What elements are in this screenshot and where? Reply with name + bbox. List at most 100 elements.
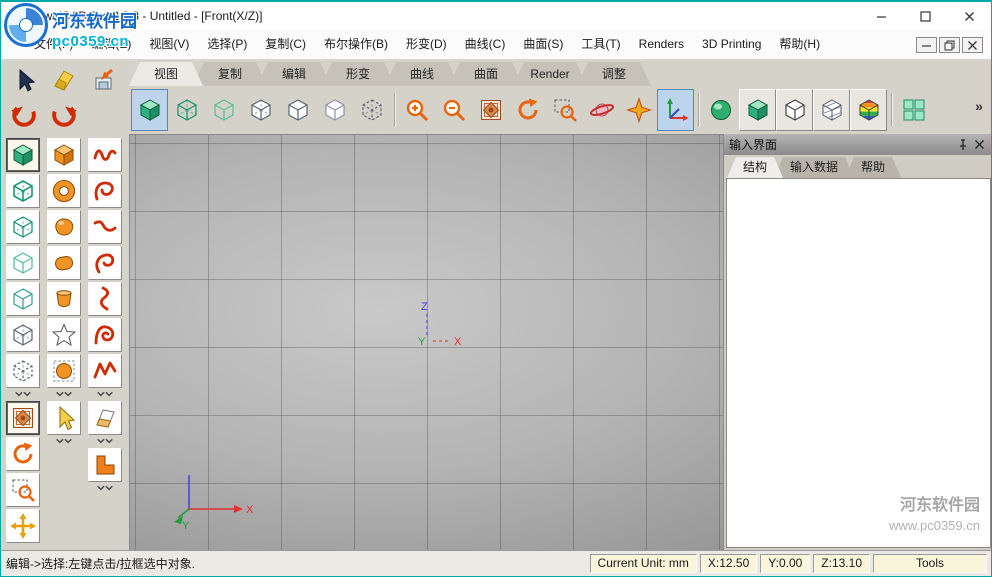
squiggle-s-button[interactable] [88, 210, 122, 244]
cube-wire-white-button[interactable] [242, 89, 279, 131]
ribbon-tab-1[interactable]: 视图 [129, 62, 203, 86]
cube-wire-dashed-button[interactable] [6, 354, 40, 388]
squiggle-vs-button[interactable] [88, 282, 122, 316]
save-arrow-button[interactable] [85, 62, 123, 97]
cube-wire-dashed-button[interactable] [353, 89, 390, 131]
redo-button[interactable] [45, 97, 83, 132]
minimize-button[interactable] [859, 2, 903, 30]
chevron-down-icon[interactable] [47, 390, 81, 399]
rotate-view-icon [10, 441, 36, 467]
viewport-canvas[interactable]: Z Y X X Y [129, 134, 723, 553]
l-shape-button[interactable] [88, 448, 122, 482]
cube-wire-white2-button[interactable] [279, 89, 316, 131]
menu-item-2[interactable]: 编辑(E) [82, 30, 140, 59]
cube-wire-green-button[interactable] [6, 210, 40, 244]
chevron-down-icon[interactable] [88, 484, 122, 493]
squiggle-wave-button[interactable] [88, 138, 122, 172]
sphere-green-button[interactable] [702, 89, 739, 131]
chevron-down-icon[interactable] [88, 390, 122, 399]
move-cross-button[interactable] [6, 509, 40, 543]
toolbar-overflow-button[interactable]: » [970, 98, 988, 114]
cube-solid-green-button[interactable] [6, 138, 40, 172]
pattern-ornate-button[interactable] [472, 89, 509, 131]
cube-rainbow-button[interactable] [850, 89, 887, 131]
ribbon-tab-2[interactable]: 复制 [193, 62, 267, 86]
zoom-out-button[interactable] [435, 89, 472, 131]
pin-icon[interactable] [954, 137, 971, 153]
ribbon-tab-4[interactable]: 形变 [321, 62, 395, 86]
star-outline-button[interactable] [47, 318, 81, 352]
cube-hatched-button[interactable] [813, 89, 850, 131]
maximize-button[interactable] [903, 2, 947, 30]
saturn-button[interactable] [583, 89, 620, 131]
grid-green-button[interactable] [895, 89, 932, 131]
cube-wire-green-full-button[interactable] [6, 174, 40, 208]
tools-button[interactable]: Tools [873, 554, 987, 573]
cursor-yellow-button[interactable] [47, 401, 81, 435]
chevron-down-icon[interactable] [88, 437, 122, 446]
menu-item-13[interactable]: 帮助(H) [770, 30, 829, 59]
mdi-minimize-button[interactable] [916, 37, 937, 53]
panel-tab-2[interactable]: 输入数据 [774, 157, 854, 178]
rotate-view-button[interactable] [6, 437, 40, 471]
blob-orange-button[interactable] [47, 210, 81, 244]
close-button[interactable] [947, 2, 991, 30]
ribbon-tab-7[interactable]: Render [513, 62, 587, 86]
panel-close-icon[interactable] [971, 137, 988, 153]
cube-solid-green-button[interactable] [739, 89, 776, 131]
undo-icon [9, 100, 39, 130]
ribbon-tab-3[interactable]: 编辑 [257, 62, 331, 86]
squiggle-curl-button[interactable] [88, 174, 122, 208]
ribbon-tab-5[interactable]: 曲线 [385, 62, 459, 86]
pot-orange-button[interactable] [47, 282, 81, 316]
cube-solid-green-button[interactable] [131, 89, 168, 131]
menu-item-1[interactable]: 文件(F) [25, 30, 82, 59]
cube-wire-boxed-button[interactable] [776, 89, 813, 131]
menu-item-11[interactable]: Renders [630, 30, 693, 59]
plane-parallelogram-button[interactable] [88, 401, 122, 435]
mdi-restore-button[interactable] [939, 37, 960, 53]
cube-wire-green-button[interactable] [168, 89, 205, 131]
sphere-box-button[interactable] [47, 354, 81, 388]
jelly-orange-button[interactable] [47, 246, 81, 280]
undo-button[interactable] [5, 97, 43, 132]
squiggle-coil-button[interactable] [88, 318, 122, 352]
cube-wire-green2-button[interactable] [205, 89, 242, 131]
cube-wire-white-button[interactable] [6, 318, 40, 352]
zoom-in-icon [404, 97, 430, 123]
ribbon-tab-8[interactable]: 调整 [577, 62, 651, 86]
menu-item-6[interactable]: 布尔操作(B) [315, 30, 397, 59]
wedge-yellow-button[interactable] [45, 62, 83, 97]
zoom-select-button[interactable] [6, 473, 40, 507]
squiggle-hook-button[interactable] [88, 246, 122, 280]
menu-item-10[interactable]: 工具(T) [572, 30, 629, 59]
menu-item-5[interactable]: 复制(C) [256, 30, 315, 59]
menu-item-12[interactable]: 3D Printing [693, 30, 770, 59]
squiggle-ribbon-button[interactable] [88, 354, 122, 388]
redo-icon [49, 100, 79, 130]
menu-item-3[interactable]: 视图(V) [140, 30, 198, 59]
ribbon-tab-6[interactable]: 曲面 [449, 62, 523, 86]
torus-orange-button[interactable] [47, 174, 81, 208]
chevron-down-icon[interactable] [47, 437, 81, 446]
panel-tab-3[interactable]: 帮助 [845, 157, 901, 178]
cube-wire-green2-button[interactable] [6, 246, 40, 280]
compass-star-button[interactable] [620, 89, 657, 131]
cube-wire-teal-button[interactable] [6, 282, 40, 316]
mdi-close-button[interactable] [962, 37, 983, 53]
close-icon [967, 40, 978, 51]
panel-tab-1[interactable]: 结构 [727, 157, 783, 178]
menu-item-8[interactable]: 曲线(C) [456, 30, 515, 59]
rotate-view-button[interactable] [509, 89, 546, 131]
cursor-dark-button[interactable] [5, 62, 43, 97]
menu-item-4[interactable]: 选择(P) [198, 30, 256, 59]
cube-wire-white3-button[interactable] [316, 89, 353, 131]
pattern-ornate-button[interactable] [6, 401, 40, 435]
chevron-down-icon[interactable] [6, 390, 40, 399]
zoom-in-button[interactable] [398, 89, 435, 131]
cube-orange-button[interactable] [47, 138, 81, 172]
zoom-select-button[interactable] [546, 89, 583, 131]
menu-item-9[interactable]: 曲面(S) [514, 30, 572, 59]
menu-item-7[interactable]: 形变(D) [397, 30, 456, 59]
axis-triad-button[interactable] [657, 89, 694, 131]
